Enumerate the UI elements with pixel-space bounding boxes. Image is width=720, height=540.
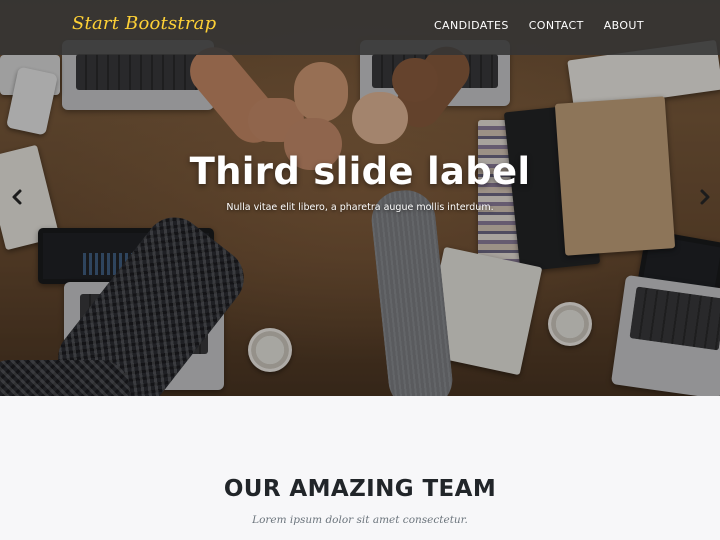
hero-carousel: Third slide label Nulla vitae elit liber… (0, 0, 720, 396)
carousel-prev-button[interactable] (8, 186, 26, 208)
slide-text: Nulla vitae elit libero, a pharetra augu… (226, 202, 494, 213)
nav-link-about[interactable]: ABOUT (604, 19, 644, 32)
carousel-next-button[interactable] (696, 186, 714, 208)
navbar-brand[interactable]: Start Bootstrap (72, 13, 216, 34)
nav-link-candidates[interactable]: CANDIDATES (434, 19, 509, 32)
chevron-right-icon (696, 186, 714, 208)
chevron-left-icon (8, 186, 26, 208)
team-subheading: Lorem ipsum dolor sit amet consectetur. (252, 514, 468, 526)
slide-title: Third slide label (189, 150, 531, 193)
team-section: OUR AMAZING TEAM Lorem ipsum dolor sit a… (0, 396, 720, 540)
page: Third slide label Nulla vitae elit liber… (0, 0, 720, 540)
carousel-caption: Third slide label Nulla vitae elit liber… (0, 150, 720, 213)
team-heading: OUR AMAZING TEAM (223, 476, 497, 502)
nav-link-contact[interactable]: CONTACT (529, 19, 584, 32)
navbar: Start Bootstrap CANDIDATES CONTACT ABOUT (0, 0, 720, 55)
nav-links: CANDIDATES CONTACT ABOUT (434, 19, 644, 32)
